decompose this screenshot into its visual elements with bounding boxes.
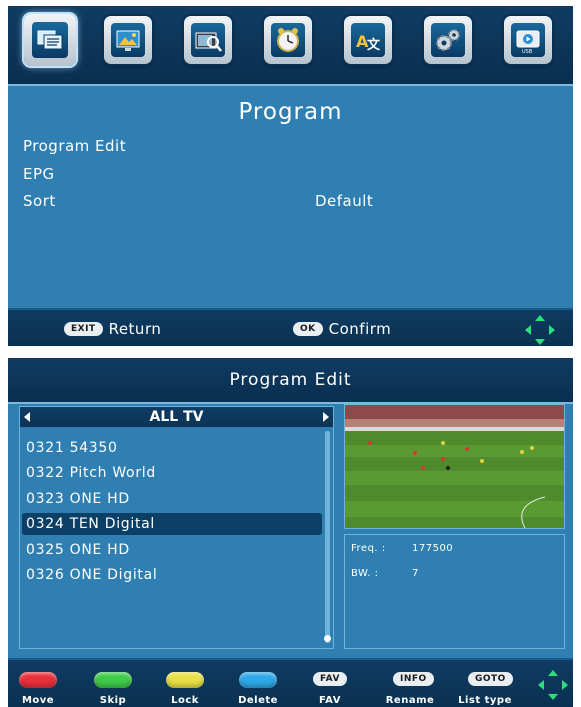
channel-row[interactable]: 0325 ONE HD	[22, 539, 322, 561]
footer-label: Delete	[238, 695, 278, 706]
main-menu-icon-bar: A 文 USB	[8, 6, 573, 86]
channel-number: 0326	[26, 567, 65, 583]
channel-name: ONE Digital	[69, 567, 158, 583]
footer-label: Move	[21, 695, 55, 706]
freq-label: Freq. :	[351, 543, 386, 554]
arrow-right-icon[interactable]	[323, 412, 329, 422]
menu-item-epg[interactable]: EPG	[23, 165, 55, 183]
channel-name: 54350	[69, 440, 118, 456]
clock-icon	[271, 23, 305, 57]
channel-info-panel: Freq. : 177500 BW. : 7	[344, 534, 565, 649]
ok-confirm-hint[interactable]: OK Confirm	[293, 320, 391, 338]
channel-number: 0324	[26, 516, 65, 532]
bw-label: BW. :	[351, 568, 379, 579]
channel-number: 0325	[26, 542, 65, 558]
freq-value: 177500	[412, 543, 454, 554]
ok-key-icon: OK	[293, 322, 323, 336]
color-key-move[interactable]	[19, 672, 57, 688]
navigation-arrows-icon	[525, 315, 555, 345]
confirm-label: Confirm	[328, 320, 392, 338]
program-icon	[32, 22, 68, 58]
channel-search-icon	[191, 23, 225, 57]
footer-label: List type	[458, 695, 512, 706]
page-title: Program	[238, 99, 343, 125]
footer-label: Rename	[385, 695, 435, 706]
channel-row[interactable]: 0324 TEN Digital	[22, 513, 322, 535]
menu-tile-usb[interactable]: USB	[504, 16, 552, 64]
scrollbar-thumb[interactable]	[324, 635, 331, 642]
goto-key-icon[interactable]: GOTO	[468, 672, 513, 686]
menu-tile-picture[interactable]	[104, 16, 152, 64]
program-edit-title-bar: Program Edit	[8, 358, 573, 404]
footer-label: Lock	[171, 695, 199, 706]
exit-return-hint[interactable]: EXIT Return	[64, 320, 161, 338]
fav-key-icon[interactable]: FAV	[313, 672, 347, 686]
menu-tile-channel-search[interactable]	[184, 16, 232, 64]
channel-row[interactable]: 0323 ONE HD	[22, 488, 322, 510]
list-group-label: ALL TV	[149, 409, 204, 425]
channel-number: 0323	[26, 491, 65, 507]
svg-text:文: 文	[367, 37, 381, 53]
channel-name: TEN Digital	[69, 516, 156, 532]
footer-label: FAV	[319, 695, 341, 706]
channel-row[interactable]: 0322 Pitch World	[22, 462, 322, 484]
menu-item-program-edit[interactable]: Program Edit	[23, 137, 126, 155]
channel-name: ONE HD	[69, 542, 130, 558]
color-key-skip[interactable]	[94, 672, 132, 688]
color-key-delete[interactable]	[239, 672, 277, 688]
program-menu-screen: A 文 USB Program Program Edit EPG Sort De…	[8, 6, 573, 346]
menu-footer: EXIT Return OK Confirm	[8, 308, 573, 346]
menu-tile-system[interactable]	[424, 16, 472, 64]
channel-number: 0322	[26, 465, 65, 481]
menu-item-sort[interactable]: Sort	[23, 192, 56, 210]
gear-icon	[431, 23, 465, 57]
sort-value[interactable]: Default	[315, 192, 373, 210]
navigation-arrows-icon	[538, 670, 568, 700]
footer-label: Skip	[99, 695, 127, 706]
arrow-left-icon[interactable]	[24, 412, 30, 422]
channel-name: ONE HD	[69, 491, 130, 507]
program-edit-screen: Program Edit ALL TV 0321 54350 0322 Pitch…	[8, 358, 573, 707]
menu-tile-program[interactable]	[24, 14, 76, 66]
menu-tile-language[interactable]: A 文	[344, 16, 392, 64]
program-edit-footer: Move Skip Lock Delete FAV FAV INFO Rename GOTO Li…	[8, 658, 573, 707]
video-preview	[344, 404, 565, 529]
scrollbar[interactable]	[325, 431, 330, 643]
picture-icon	[111, 23, 145, 57]
football-pitch-image	[345, 405, 564, 528]
color-key-lock[interactable]	[166, 672, 204, 688]
return-label: Return	[108, 320, 162, 338]
exit-key-icon: EXIT	[64, 322, 103, 336]
channel-name: Pitch World	[69, 465, 156, 481]
info-key-icon[interactable]: INFO	[393, 672, 434, 686]
menu-tile-time[interactable]	[264, 16, 312, 64]
language-icon: A 文	[351, 23, 385, 57]
channel-row[interactable]: 0321 54350	[22, 437, 322, 459]
program-edit-title: Program Edit	[229, 370, 352, 390]
usb-icon: USB	[511, 23, 545, 57]
channel-number: 0321	[26, 440, 65, 456]
bw-value: 7	[412, 568, 419, 579]
channel-list-header[interactable]: ALL TV	[20, 407, 333, 427]
svg-text:USB: USB	[522, 49, 533, 55]
channel-row[interactable]: 0326 ONE Digital	[22, 564, 322, 586]
channel-list: ALL TV 0321 54350 0322 Pitch World 0323 ON…	[19, 406, 334, 649]
